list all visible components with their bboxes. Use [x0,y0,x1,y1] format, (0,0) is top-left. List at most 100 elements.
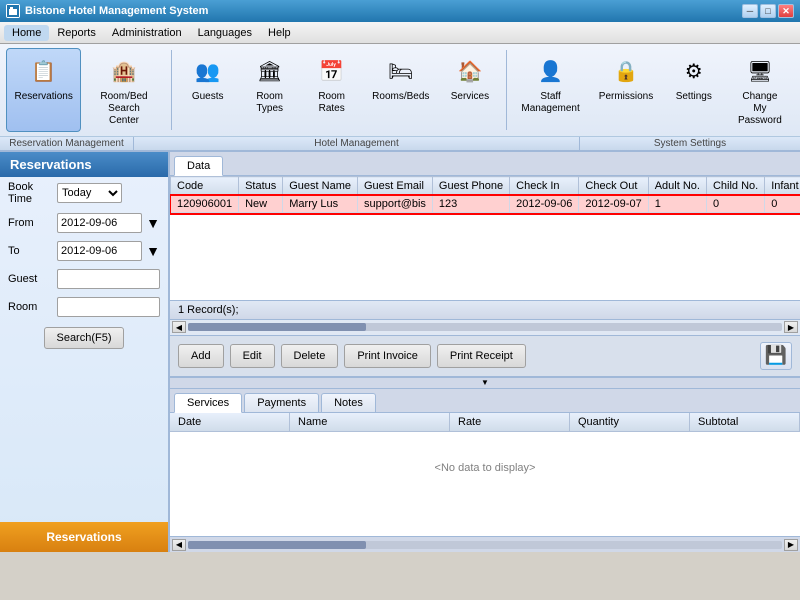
room-row: Room [0,293,168,321]
search-button[interactable]: Search(F5) [44,327,124,349]
to-label: To [8,245,53,257]
toolbar-change-password-label: Change MyPassword [735,91,785,127]
table-cell: 2012-09-06 [510,196,579,213]
toolbar-staff-management[interactable]: 👤 StaffManagement [513,48,588,132]
sub-col-date: Date [170,413,290,431]
guests-icon: 👥 [190,53,226,89]
horizontal-scrollbar[interactable]: ◀ ▶ [170,320,800,336]
col-infant-no: Infant No. [765,177,800,196]
toolbar-services[interactable]: 🏠 Services [440,48,500,132]
menu-reports[interactable]: Reports [49,25,104,41]
close-button[interactable]: ✕ [778,4,794,18]
table-cell: Marry Lus [283,196,358,213]
scroll-right-arrow[interactable]: ▶ [784,321,798,333]
toolbar-settings[interactable]: ⚙ Settings [664,48,724,132]
reservations-icon: 📋 [26,53,62,89]
menu-help[interactable]: Help [260,25,299,41]
to-calendar-icon[interactable]: ▼ [146,243,160,259]
separator-1 [171,50,172,130]
save-icon: 💾 [765,345,787,366]
table-cell: 2012-09-07 [579,196,648,213]
menu-languages[interactable]: Languages [190,25,260,41]
maximize-button[interactable]: □ [760,4,776,18]
sub-tab-notes[interactable]: Notes [321,393,376,412]
section-system-settings: System Settings [580,137,800,150]
col-check-out: Check Out [579,177,648,196]
records-bar: 1 Record(s); [170,301,800,320]
table-cell: New [239,196,283,213]
sub-tab-payments[interactable]: Payments [244,393,319,412]
scroll-thumb [188,323,366,331]
toolbar-room-bed-search[interactable]: 🏨 Room/BedSearch Center [83,48,164,132]
table-cell: support@bis [358,196,433,213]
left-panel-bottom-bar: Reservations [0,522,168,552]
main-tab-bar: Data [170,152,800,176]
action-bar: Add Edit Delete Print Invoice Print Rece… [170,336,800,377]
toolbar-room-bed-label: Room/BedSearch Center [92,91,155,127]
room-bed-search-icon: 🏨 [106,53,142,89]
sub-table-headers: Date Name Rate Quantity Subtotal [170,413,800,432]
edit-button[interactable]: Edit [230,344,275,368]
room-input[interactable] [57,297,160,317]
title-bar: Bistone Hotel Management System ─ □ ✕ [0,0,800,22]
col-guest-email: Guest Email [358,177,433,196]
add-button[interactable]: Add [178,344,224,368]
table-cell: 1 [648,196,706,213]
table-body: 120906001NewMarry Lussupport@bis1232012-… [171,196,800,213]
col-status: Status [239,177,283,196]
bottom-scroll-right[interactable]: ▶ [784,539,798,551]
from-row: From ▼ [0,209,168,237]
toolbar-guests-label: Guests [192,91,224,103]
menu-bar: Home Reports Administration Languages He… [0,22,800,44]
scroll-left-arrow[interactable]: ◀ [172,321,186,333]
bottom-scroll-track[interactable] [188,541,782,549]
toolbar-room-types[interactable]: 🏛 RoomTypes [240,48,300,132]
table-cell: 120906001 [171,196,239,213]
right-panel: Data Code Status Guest Name Guest Email … [170,152,800,552]
bottom-scroll-left[interactable]: ◀ [172,539,186,551]
col-guest-phone: Guest Phone [432,177,509,196]
app-icon [6,4,20,18]
to-input[interactable] [57,241,142,261]
room-label: Room [8,301,53,313]
book-time-row: Book Time Today This Week This Month Cus… [0,177,168,209]
toolbar-rooms-beds[interactable]: 🛏 Rooms/Beds [364,48,438,132]
menu-administration[interactable]: Administration [104,25,190,41]
table-header-row: Code Status Guest Name Guest Email Guest… [171,177,800,196]
sub-table-container: Date Name Rate Quantity Subtotal <No dat… [170,413,800,537]
col-adult-no: Adult No. [648,177,706,196]
toolbar-settings-label: Settings [676,91,712,103]
change-password-icon: 🖥 [742,53,778,89]
toolbar-room-rates[interactable]: 📅 RoomRates [302,48,362,132]
toolbar-permissions[interactable]: 🔒 Permissions [590,48,662,132]
scroll-track[interactable] [188,323,782,331]
print-receipt-button[interactable]: Print Receipt [437,344,526,368]
expand-arrow-icon: ▼ [481,378,489,387]
book-time-select[interactable]: Today This Week This Month Custom [57,183,122,203]
from-calendar-icon[interactable]: ▼ [146,215,160,231]
minimize-button[interactable]: ─ [742,4,758,18]
toolbar-reservations[interactable]: 📋 Reservations [6,48,81,132]
sub-tab-services[interactable]: Services [174,393,242,413]
from-input[interactable] [57,213,142,233]
room-rates-icon: 📅 [314,53,350,89]
table-cell: 0 [706,196,764,213]
bottom-scrollbar[interactable]: ◀ ▶ [170,536,800,552]
menu-home[interactable]: Home [4,25,49,41]
table-row[interactable]: 120906001NewMarry Lussupport@bis1232012-… [171,196,800,213]
print-invoice-button[interactable]: Print Invoice [344,344,431,368]
toolbar-section-labels: Reservation Management Hotel Management … [0,136,800,150]
sub-col-rate: Rate [450,413,570,431]
book-time-label: Book Time [8,181,53,205]
toolbar-change-password[interactable]: 🖥 Change MyPassword [726,48,794,132]
expand-arrow[interactable]: ▼ [170,377,800,389]
delete-button[interactable]: Delete [281,344,339,368]
save-button[interactable]: 💾 [760,342,792,370]
guest-input[interactable] [57,269,160,289]
table-cell: 0 [765,196,800,213]
toolbar-guests[interactable]: 👥 Guests [178,48,238,132]
to-row: To ▼ [0,237,168,265]
tab-data[interactable]: Data [174,156,223,176]
separator-2 [506,50,507,130]
toolbar-rooms-beds-label: Rooms/Beds [372,91,429,103]
